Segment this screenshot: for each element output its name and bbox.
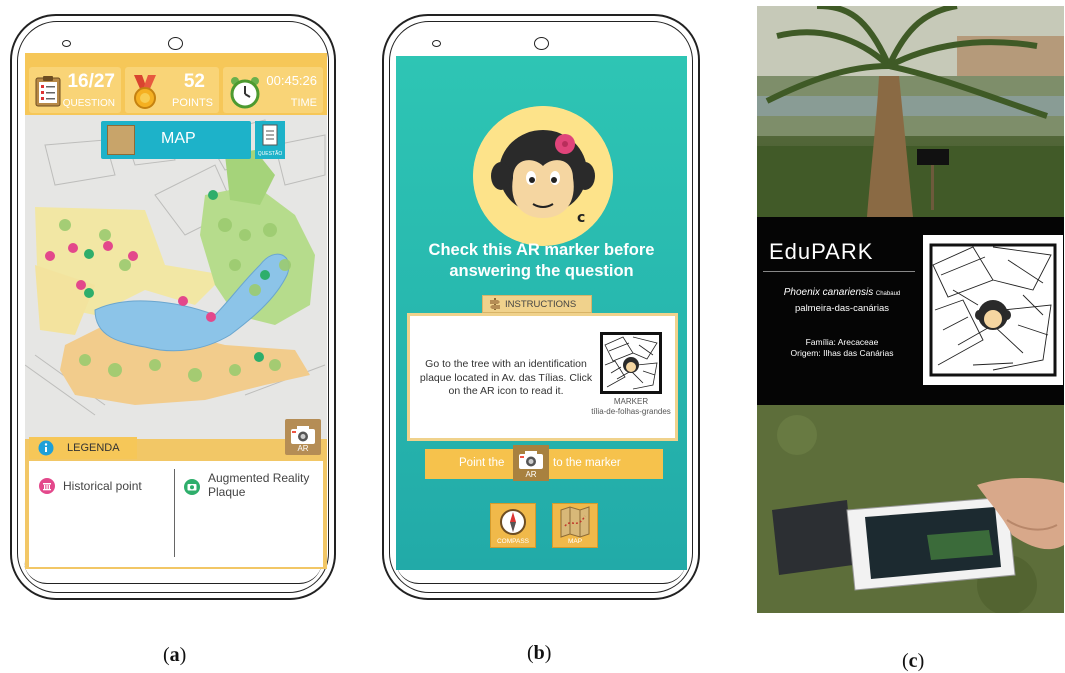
- map-button[interactable]: MAP: [101, 121, 251, 159]
- points-value: 52: [183, 71, 205, 92]
- compass-button[interactable]: COMPASS: [490, 503, 536, 548]
- ar-marker-pattern: [604, 336, 658, 390]
- palm-tree-photo: [757, 6, 1064, 217]
- compass-icon: [500, 509, 526, 535]
- signpost-icon: [490, 298, 500, 310]
- time-value: 00:45:26: [266, 73, 317, 88]
- info-icon: [38, 440, 54, 456]
- screen-b: c Check this AR marker before answering …: [396, 56, 687, 570]
- legend-divider: [174, 469, 175, 557]
- points-stat: 52 POINTS: [125, 67, 219, 113]
- species-common-name: palmeira-das-canárias: [795, 303, 889, 314]
- smartphone-scan-photo: [757, 405, 1064, 613]
- park-map[interactable]: [25, 115, 327, 439]
- time-label: TIME: [290, 97, 317, 109]
- question-label: QUESTION: [62, 98, 115, 109]
- historical-point-icon: [39, 478, 55, 494]
- park-map-drawing: [25, 115, 327, 439]
- caption-a: (a): [163, 644, 187, 666]
- map-label: MAP: [567, 538, 583, 545]
- legend-header: LEGENDA: [29, 437, 137, 459]
- compass-label: COMPASS: [496, 538, 530, 545]
- question-count: 16/27: [67, 71, 115, 92]
- species-origin: Origem: Ilhas das Canárias: [790, 348, 894, 358]
- screen-a: 16/27 QUESTION 52 POINTS 00:45:26 TIME M…: [25, 53, 327, 569]
- ar-camera-button-label: AR: [525, 470, 537, 479]
- sign-separator: [763, 271, 915, 272]
- stats-bar: 16/27 QUESTION 52 POINTS 00:45:26 TIME: [25, 53, 327, 115]
- instruction-text: Go to the tree with an identification pl…: [419, 358, 593, 397]
- legend-box: Historical point Augmented Reality Plaqu…: [29, 461, 323, 567]
- ar-button[interactable]: AR: [285, 419, 321, 455]
- question-button[interactable]: QUESTÃO: [255, 121, 285, 159]
- palm-tree-scene: [757, 6, 1064, 217]
- species-scientific-name: Phoenix canariensis Chabaud: [757, 287, 927, 298]
- marker-caption: MARKER tília-de-folhas-grandes: [590, 397, 672, 417]
- edupark-logo: EduPARK: [769, 239, 874, 264]
- question-button-label: QUESTÃO: [257, 151, 283, 157]
- marker-caption-title: MARKER: [613, 397, 649, 406]
- species-family: Família: Arecaceae: [805, 337, 879, 347]
- instructions-tab: INSTRUCTIONS: [482, 295, 592, 313]
- alarm-clock-icon: [230, 77, 260, 109]
- species-author: Chabaud: [875, 291, 901, 297]
- points-label: POINTS: [172, 97, 213, 109]
- question-clipboard-icon: [262, 124, 278, 146]
- clipboard-icon: [35, 76, 61, 107]
- plaque-ar-marker-pattern: [921, 233, 1064, 387]
- ar-camera-button[interactable]: AR: [513, 445, 549, 481]
- map-button-b[interactable]: MAP: [552, 503, 598, 548]
- caption-b: (b): [527, 642, 552, 664]
- plaque-ar-marker: [921, 233, 1064, 387]
- map-icon: [560, 506, 590, 538]
- medal-icon: [134, 75, 156, 109]
- instructions-card: Go to the tree with an identification pl…: [407, 313, 678, 441]
- plaque-sign: EduPARK Phoenix canariensis Chabaud palm…: [757, 217, 1064, 405]
- smartphone-scan-scene: [757, 405, 1064, 613]
- monkey-mascot-icon: c: [473, 106, 613, 246]
- svg-text:c: c: [577, 210, 585, 226]
- ar-plaque-icon: [184, 479, 200, 495]
- time-stat: 00:45:26 TIME: [223, 67, 323, 113]
- ar-marker-image: [600, 332, 662, 394]
- point-text-left: Point the: [459, 457, 505, 469]
- point-text-right: to the marker: [553, 457, 621, 469]
- question-heading: Check this AR marker before answering th…: [428, 241, 655, 280]
- map-icon: [107, 125, 135, 155]
- legend-historical-label: Historical point: [63, 479, 142, 493]
- legend-title: LEGENDA: [67, 442, 120, 454]
- caption-c: (c): [902, 650, 925, 672]
- species-details: Família: Arecaceae Origem: Ilhas das Can…: [757, 337, 927, 359]
- point-ar-bar: Point the AR to the marker: [425, 445, 663, 481]
- map-button-label: MAP: [161, 130, 196, 147]
- question-stat: 16/27 QUESTION: [29, 67, 121, 113]
- species-name: Phoenix canariensis: [783, 287, 874, 298]
- instructions-label: INSTRUCTIONS: [505, 299, 577, 310]
- ar-button-label: AR: [297, 444, 309, 453]
- legend-ar-plaque-label: Augmented Reality Plaque: [208, 471, 310, 499]
- marker-caption-name: tília-de-folhas-grandes: [591, 407, 671, 416]
- camera-icon: [519, 451, 543, 469]
- panel-c-photos: EduPARK Phoenix canariensis Chabaud palm…: [757, 6, 1064, 613]
